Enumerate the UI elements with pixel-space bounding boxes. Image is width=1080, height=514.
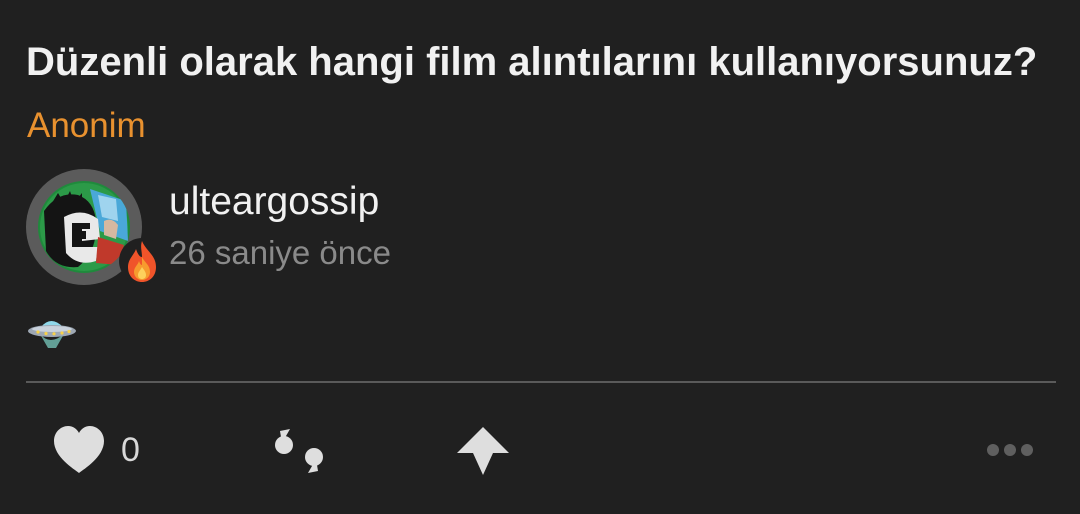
post-timestamp: 26 saniye önce xyxy=(169,234,391,271)
avatar-image xyxy=(38,181,130,273)
author-username[interactable]: ulteargossip xyxy=(169,180,379,224)
more-dots-icon[interactable] xyxy=(986,442,1034,458)
divider xyxy=(26,381,1056,383)
user-avatar-icon xyxy=(38,181,130,273)
question-card: Düzenli olarak hangi film alıntılarını k… xyxy=(0,0,1080,514)
quote-icon[interactable] xyxy=(270,427,328,475)
heart-icon[interactable] xyxy=(52,425,106,475)
flying-saucer-icon xyxy=(28,321,76,348)
avatar[interactable] xyxy=(26,169,165,287)
like-count: 0 xyxy=(121,431,140,469)
upvote-arrow-icon[interactable] xyxy=(455,425,511,477)
asker-name[interactable]: Anonim xyxy=(27,106,146,146)
question-title[interactable]: Düzenli olarak hangi film alıntılarını k… xyxy=(26,40,1037,85)
fire-icon xyxy=(119,238,165,284)
